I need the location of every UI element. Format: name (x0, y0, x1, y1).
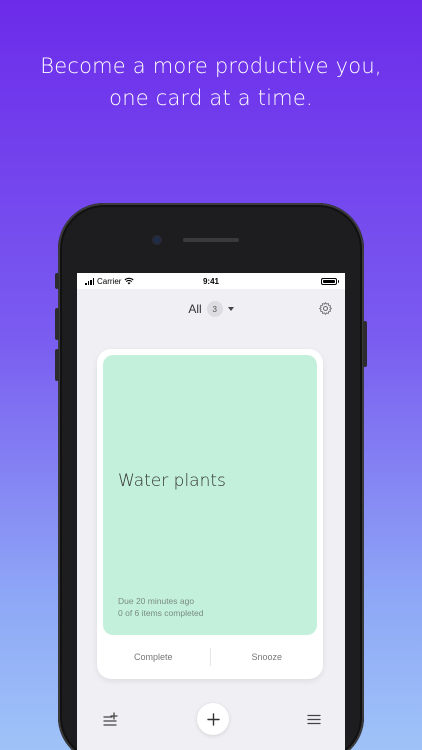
mute-switch (55, 273, 59, 289)
bottom-toolbar (77, 699, 345, 739)
task-due-text: Due 20 minutes ago (118, 596, 195, 606)
power-button (363, 321, 367, 367)
volume-down-button (55, 349, 59, 381)
task-meta: Due 20 minutes ago 0 of 6 items complete… (118, 595, 204, 619)
carrier-label: Carrier (97, 276, 122, 286)
wifi-icon (124, 277, 135, 285)
signal-bars-icon (85, 277, 94, 285)
task-progress-text: 0 of 6 items completed (118, 608, 204, 618)
task-title: Water plants (118, 471, 226, 491)
add-card-button[interactable] (197, 703, 229, 735)
complete-button[interactable]: Complete (97, 652, 210, 662)
snooze-button[interactable]: Snooze (211, 652, 324, 662)
status-bar: Carrier 9:41 (77, 273, 345, 289)
phone-frame: Carrier 9:41 All 3 Water plants Due 20 m… (55, 203, 367, 750)
front-camera (153, 236, 161, 244)
filter-label: All (188, 302, 202, 316)
menu-icon[interactable] (307, 714, 321, 725)
filter-dropdown[interactable]: All 3 (188, 301, 234, 317)
card-actions: Complete Snooze (97, 635, 323, 679)
earpiece-speaker (183, 238, 239, 242)
filter-count-badge: 3 (206, 301, 223, 317)
add-list-icon[interactable] (103, 712, 119, 726)
headline-line-1: Become a more productive you, (40, 54, 382, 78)
headline-line-2: one card at a time. (109, 86, 313, 110)
caret-down-icon (227, 307, 234, 311)
volume-up-button (55, 308, 59, 340)
plus-icon (206, 712, 220, 726)
battery-icon (321, 277, 339, 285)
task-card[interactable]: Water plants Due 20 minutes ago 0 of 6 i… (97, 349, 323, 679)
gear-icon[interactable] (318, 301, 333, 316)
app-screen: Carrier 9:41 All 3 Water plants Due 20 m… (77, 273, 345, 750)
task-card-body[interactable]: Water plants Due 20 minutes ago 0 of 6 i… (103, 355, 317, 635)
nav-bar: All 3 (77, 289, 345, 329)
marketing-headline: Become a more productive you, one card a… (0, 50, 422, 114)
